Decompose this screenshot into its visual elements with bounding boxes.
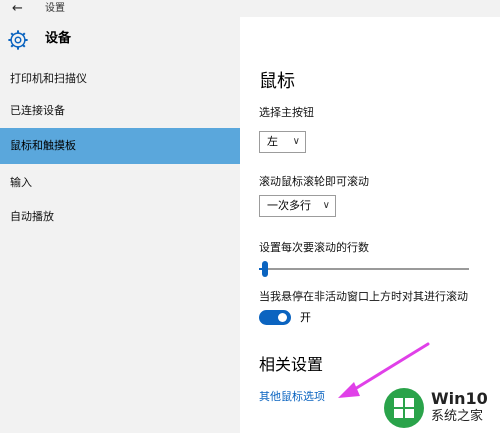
title-bar: ← 设置	[0, 0, 500, 17]
watermark-line1: Win10	[431, 389, 488, 408]
section-heading: 鼠标	[259, 71, 295, 92]
sidebar-item-autoplay[interactable]: 自动播放	[0, 199, 240, 235]
chevron-down-icon: ∨	[292, 136, 300, 147]
inactive-scroll-label: 当我悬停在非活动窗口上方时对其进行滚动	[259, 290, 468, 303]
inactive-scroll-toggle[interactable]	[259, 310, 291, 325]
primary-button-value: 左	[267, 135, 278, 148]
page-title: 设备	[45, 31, 72, 46]
settings-header: 设备	[0, 17, 240, 61]
sidebar-item-connected-devices[interactable]: 已连接设备	[0, 93, 240, 129]
primary-button-dropdown[interactable]: 左 ∨	[259, 131, 306, 153]
scroll-lines-slider-track[interactable]	[259, 268, 469, 270]
sidebar-item-mouse-touchpad[interactable]: 鼠标和触摸板	[0, 128, 240, 164]
chevron-down-icon: ∨	[322, 200, 330, 211]
primary-button-label: 选择主按钮	[259, 106, 314, 119]
sidebar: 打印机和扫描仪 已连接设备 鼠标和触摸板 输入 自动播放	[0, 61, 240, 433]
related-settings-heading: 相关设置	[259, 355, 324, 374]
inactive-scroll-state: 开	[300, 311, 311, 324]
back-arrow-icon[interactable]: ←	[12, 0, 23, 17]
wheel-scroll-label: 滚动鼠标滚轮即可滚动	[259, 175, 369, 188]
wheel-scroll-value: 一次多行	[267, 199, 311, 212]
scroll-lines-label: 设置每次要滚动的行数	[259, 241, 369, 254]
scroll-lines-slider-thumb[interactable]	[262, 261, 269, 277]
window-title: 设置	[45, 3, 65, 14]
other-mouse-options-link[interactable]: 其他鼠标选项	[259, 389, 325, 405]
main-content: 鼠标 选择主按钮 左 ∨ 滚动鼠标滚轮即可滚动 一次多行 ∨ 设置每次要滚动的行…	[240, 17, 500, 433]
watermark-line2: 系统之家	[431, 409, 484, 424]
windows-logo-icon	[384, 388, 424, 428]
sidebar-item-typing[interactable]: 输入	[0, 165, 240, 201]
gear-icon	[8, 30, 28, 50]
toggle-knob	[278, 313, 287, 322]
wheel-scroll-dropdown[interactable]: 一次多行 ∨	[259, 195, 336, 217]
watermark: Win10 系统之家	[383, 387, 500, 433]
sidebar-item-printers[interactable]: 打印机和扫描仪	[0, 61, 240, 97]
